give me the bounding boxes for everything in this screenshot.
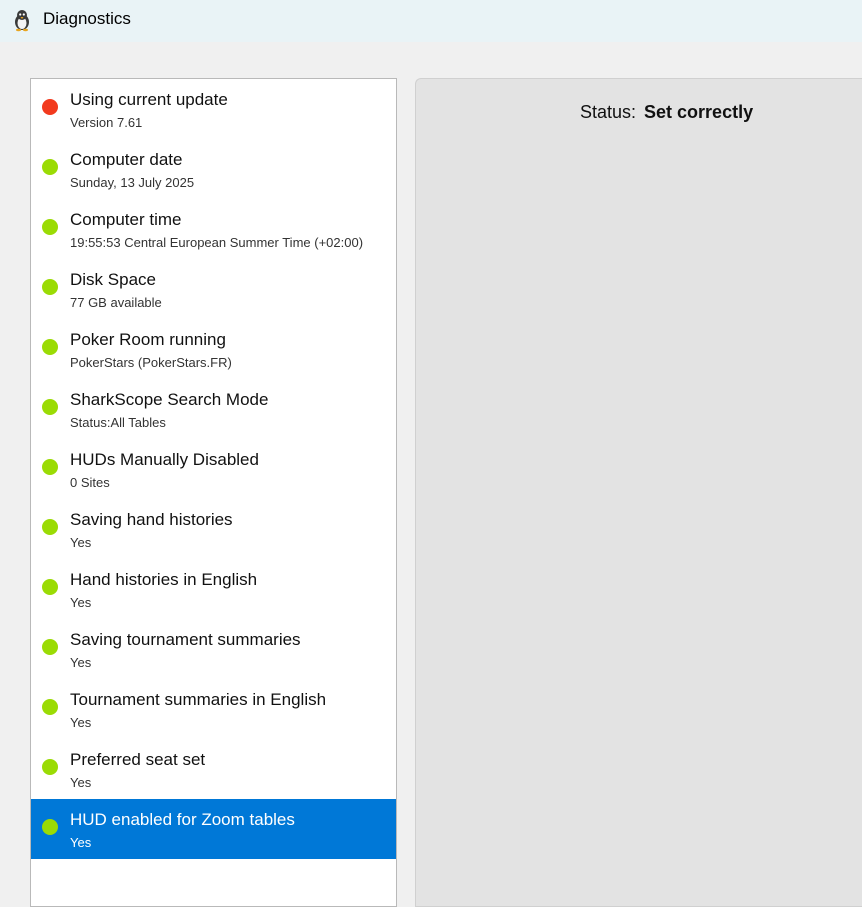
check-list-item[interactable]: Hand histories in English Yes	[31, 559, 396, 619]
check-item-subtitle: 19:55:53 Central European Summer Time (+…	[70, 235, 364, 250]
status-value: Set correctly	[644, 102, 754, 122]
check-list-item[interactable]: Saving hand histories Yes	[31, 499, 396, 559]
status-ok-dot-icon	[42, 159, 58, 175]
check-item-title: Saving tournament summaries	[70, 630, 301, 649]
status-ok-dot-icon	[42, 759, 58, 775]
status-ok-dot-icon	[42, 279, 58, 295]
check-item-subtitle: Yes	[70, 655, 92, 670]
check-item-subtitle: PokerStars (PokerStars.FR)	[70, 355, 232, 370]
check-item-subtitle: Version 7.61	[70, 115, 143, 130]
status-ok-dot-icon	[42, 219, 58, 235]
check-item-title: HUDs Manually Disabled	[70, 450, 259, 469]
check-item-subtitle: Yes	[70, 535, 92, 550]
check-list-item[interactable]: SharkScope Search Mode Status:All Tables	[31, 379, 396, 439]
check-item-subtitle: Yes	[70, 775, 92, 790]
status-ok-dot-icon	[42, 459, 58, 475]
check-list-item[interactable]: Saving tournament summaries Yes	[31, 619, 396, 679]
penguin-app-icon	[15, 10, 29, 32]
check-item-title: Tournament summaries in English	[70, 690, 327, 709]
check-item-title: Computer date	[70, 150, 183, 169]
status-ok-dot-icon	[42, 579, 58, 595]
check-item-subtitle: Sunday, 13 July 2025	[70, 175, 195, 190]
check-item-subtitle: Status:All Tables	[70, 415, 166, 430]
check-list-item[interactable]: Preferred seat set Yes	[31, 739, 396, 799]
check-item-title: Saving hand histories	[70, 510, 233, 529]
check-item-subtitle: 77 GB available	[70, 295, 162, 310]
check-list-item[interactable]: HUD enabled for Zoom tables Yes	[31, 799, 396, 859]
detail-panel: Status: Set correctly	[415, 78, 862, 907]
check-item-title: Hand histories in English	[70, 570, 258, 589]
check-item-title: Disk Space	[70, 270, 156, 289]
check-list-item[interactable]: HUDs Manually Disabled 0 Sites	[31, 439, 396, 499]
status-line: Status: Set correctly	[580, 102, 753, 123]
status-label: Status:	[580, 102, 637, 122]
check-item-subtitle: Yes	[70, 835, 92, 850]
status-ok-dot-icon	[42, 519, 58, 535]
check-item-subtitle: Yes	[70, 595, 92, 610]
check-list-item[interactable]: Using current update Version 7.61	[31, 79, 396, 139]
check-item-title: Computer time	[70, 210, 182, 229]
check-item-title: SharkScope Search Mode	[70, 390, 269, 409]
check-list-item[interactable]: Tournament summaries in English Yes	[31, 679, 396, 739]
status-ok-dot-icon	[42, 399, 58, 415]
check-item-subtitle: Yes	[70, 715, 92, 730]
status-ok-dot-icon	[42, 639, 58, 655]
check-item-title: HUD enabled for Zoom tables	[70, 810, 295, 829]
check-item-title: Preferred seat set	[70, 750, 206, 769]
check-list-item[interactable]: Computer time 19:55:53 Central European S…	[31, 199, 396, 259]
check-list-item[interactable]: Computer date Sunday, 13 July 2025	[31, 139, 396, 199]
check-item-title: Using current update	[70, 90, 228, 109]
status-ok-dot-icon	[42, 339, 58, 355]
diagnostics-check-list[interactable]: Using current update Version 7.61 Computer…	[30, 78, 397, 907]
window-title: Diagnostics	[43, 9, 131, 28]
status-ok-dot-icon	[42, 819, 58, 835]
check-item-title: Poker Room running	[70, 330, 226, 349]
status-ok-dot-icon	[42, 699, 58, 715]
check-list-item[interactable]: Poker Room running PokerStars (PokerStars…	[31, 319, 396, 379]
check-list-item[interactable]: Disk Space 77 GB available	[31, 259, 396, 319]
title-bar: Diagnostics	[0, 0, 862, 42]
status-error-dot-icon	[42, 99, 58, 115]
check-item-subtitle: 0 Sites	[70, 475, 110, 490]
